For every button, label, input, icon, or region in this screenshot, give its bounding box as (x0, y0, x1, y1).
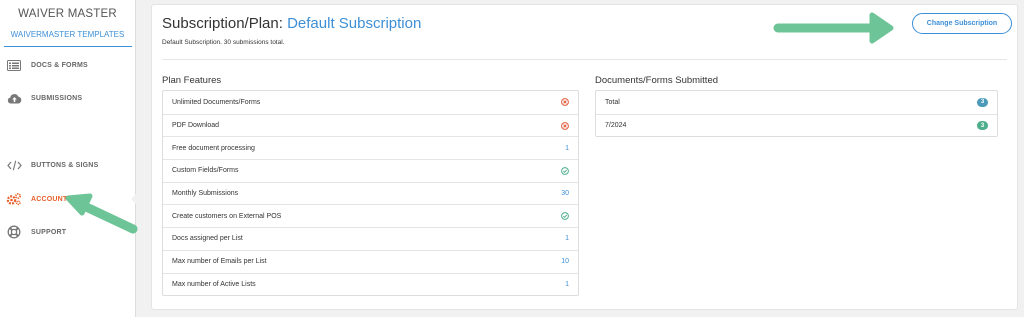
annotation-arrows (65, 12, 894, 234)
arrow-to-change-subscription (773, 12, 894, 44)
arrow-to-account (65, 193, 138, 234)
